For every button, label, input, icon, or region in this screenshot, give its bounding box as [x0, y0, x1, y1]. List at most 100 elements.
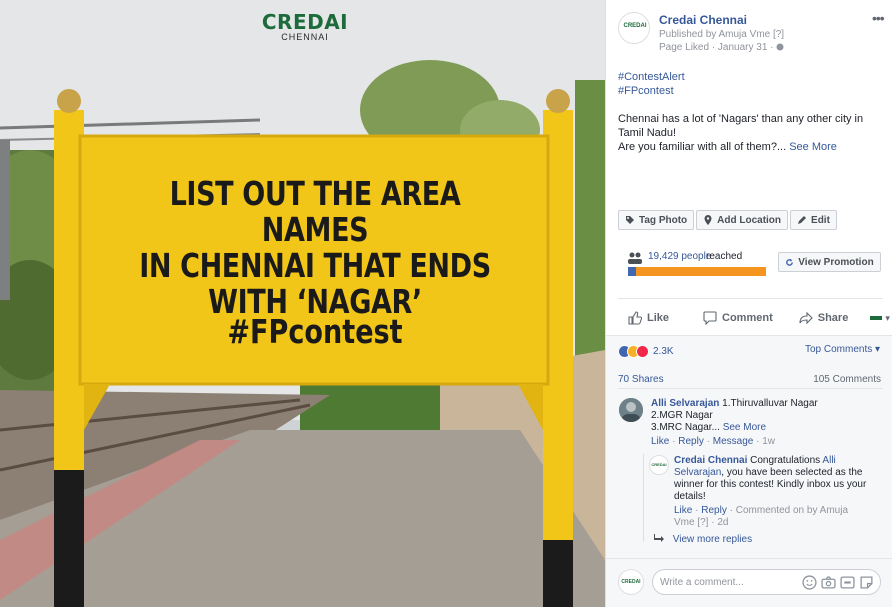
page-avatar[interactable]: CREDAI — [618, 12, 650, 44]
profile-photo-icon — [619, 398, 643, 422]
page-name-link[interactable]: Credai Chennai — [659, 13, 747, 27]
commenter-name: Vme — [674, 517, 695, 528]
emoji-icon[interactable] — [802, 575, 817, 590]
comment-button[interactable]: Comment — [703, 311, 773, 325]
see-more-link[interactable]: See More — [723, 422, 766, 433]
top-comments-dropdown[interactable]: Top Comments ▾ — [805, 344, 880, 355]
hashtag-link[interactable]: #FPcontest — [618, 84, 685, 98]
shares-count-link[interactable]: 70 Shares — [618, 374, 664, 385]
write-comment-input[interactable]: Write a comment... — [652, 569, 881, 595]
separator: · — [695, 505, 699, 516]
reply-meta-2: Vme [?] · 2d — [674, 517, 884, 529]
reply-author-link[interactable]: Credai Chennai — [674, 455, 747, 466]
like-label: Like — [647, 312, 670, 324]
post-date: Page Liked · January 31 · — [659, 42, 784, 53]
comment-label: Comment — [722, 312, 773, 324]
caret-down-icon: ▾ — [875, 344, 881, 355]
post-text: Chennai has a lot of 'Nagars' than any o… — [618, 113, 864, 139]
post-header: CREDAI Credai Chennai Published by Amuja… — [618, 10, 885, 53]
tag-photo-label: Tag Photo — [639, 214, 688, 226]
reach-section: 19,429 people reached View Promotion — [618, 242, 883, 282]
tag-photo-button[interactable]: Tag Photo — [618, 210, 695, 230]
headline-line: LIST OUT THE AREA NAMES — [169, 174, 461, 249]
pencil-icon — [798, 216, 807, 224]
top-comments-label: Top Comments — [805, 344, 873, 355]
commenter-avatar[interactable] — [619, 398, 643, 422]
separator: · — [756, 436, 760, 447]
reply-text: details! — [674, 491, 706, 502]
location-pin-icon — [704, 215, 712, 225]
separator: · — [672, 436, 676, 447]
reactions-count: 2.3K — [653, 345, 674, 357]
headline-line: IN CHENNAI THAT ENDS — [139, 246, 491, 285]
like-button[interactable]: Like — [628, 311, 669, 325]
comment-input-icons — [802, 575, 874, 590]
reactions-summary[interactable]: 2.3K — [618, 344, 674, 358]
divider — [618, 388, 883, 389]
reply-reply-link[interactable]: Reply — [701, 505, 727, 516]
commenter-help[interactable]: [?] — [697, 517, 708, 528]
view-promotion-button[interactable]: View Promotion — [778, 252, 881, 272]
commented-on-by: Commented on by Amuja — [735, 505, 849, 516]
comment-as-selector[interactable]: ▾ — [870, 313, 890, 324]
edit-button[interactable]: Edit — [790, 210, 837, 230]
comment-author-link[interactable]: Alli Selvarajan — [651, 398, 719, 409]
gif-icon[interactable] — [840, 575, 855, 590]
comment-reply-link[interactable]: Reply — [678, 436, 704, 447]
view-more-replies[interactable]: View more replies — [654, 534, 752, 546]
view-promotion-label: View Promotion — [798, 256, 874, 268]
comment-time[interactable]: 1w — [762, 436, 775, 447]
write-comment-bar: CREDAI Write a comment... — [606, 558, 892, 607]
comment-text: 3.MRC Nagar... — [651, 422, 720, 433]
comments-count[interactable]: 105 Comments — [813, 374, 881, 385]
sticker-icon[interactable] — [859, 575, 874, 590]
like-comment-share-bar: Like Comment Share ▾ — [618, 306, 890, 330]
reply-arrow-icon — [654, 534, 664, 542]
camera-icon[interactable] — [821, 575, 836, 590]
share-button[interactable]: Share — [799, 311, 849, 325]
separator: · — [711, 517, 715, 528]
commenter-page-avatar-logo: CREDAI — [621, 579, 641, 585]
engagement-section: 2.3K Top Comments ▾ 70 Shares 105 Commen… — [606, 335, 892, 607]
published-by-help[interactable]: [?] — [773, 29, 784, 40]
post-body: Chennai has a lot of 'Nagars' than any o… — [618, 112, 880, 154]
comment-text: 1.Thiruvalluvar Nagar — [719, 398, 818, 409]
globe-icon — [776, 43, 784, 51]
reach-count-link[interactable]: 19,429 people — [648, 251, 711, 262]
mention-link[interactable]: Selvarajan — [674, 467, 721, 478]
caret-down-icon: ▾ — [885, 312, 890, 323]
published-by-text: Published by Amuja Vme — [659, 29, 771, 40]
post-photo[interactable]: CREDAI CHENNAI LIST OUT THE AREA NAMES I… — [0, 0, 605, 607]
comment-text: 2.MGR Nagar — [651, 410, 713, 421]
hashtag-link[interactable]: #ContestAlert — [618, 70, 685, 84]
add-location-button[interactable]: Add Location — [696, 210, 789, 230]
reply-line-1: Credai Chennai Congratulations Alli — [674, 455, 884, 467]
reply-like-link[interactable]: Like — [674, 505, 692, 516]
edit-label: Edit — [811, 214, 830, 226]
mention-link[interactable]: Alli — [822, 455, 835, 466]
comment-message-link[interactable]: Message — [713, 436, 754, 447]
reply-text: , you have been selected as the — [721, 467, 863, 478]
reply-line-2: Selvarajan, you have been selected as th… — [674, 467, 884, 479]
comment-bubble-icon — [703, 311, 717, 325]
comment-like-link[interactable]: Like — [651, 436, 669, 447]
reply-time[interactable]: 2d — [717, 517, 728, 528]
separator: · — [706, 436, 710, 447]
tag-icon — [626, 216, 634, 224]
post-hashtags: #ContestAlert #FPcontest — [618, 70, 685, 98]
commenter-page-avatar[interactable]: CREDAI — [618, 569, 644, 595]
share-label: Share — [817, 312, 849, 324]
post-text-2: Are you familiar with all of them?... Se… — [618, 140, 880, 154]
reply-text: Congratulations — [747, 455, 823, 466]
reach-bar-organic — [628, 267, 637, 276]
page-liked-date[interactable]: Page Liked · January 31 · — [659, 42, 774, 53]
reply-thread-line — [643, 454, 644, 542]
reach-label: reached — [706, 251, 743, 262]
see-more-link[interactable]: See More — [789, 141, 837, 153]
post-options-menu[interactable]: ••• — [872, 10, 885, 26]
replier-avatar[interactable]: CREDAI — [649, 455, 669, 475]
post-side-panel: CREDAI Credai Chennai Published by Amuja… — [605, 0, 892, 607]
thumbs-up-icon — [628, 311, 642, 325]
add-location-label: Add Location — [717, 214, 782, 226]
comment-line-1: Alli Selvarajan 1.Thiruvalluvar Nagar — [651, 398, 881, 410]
